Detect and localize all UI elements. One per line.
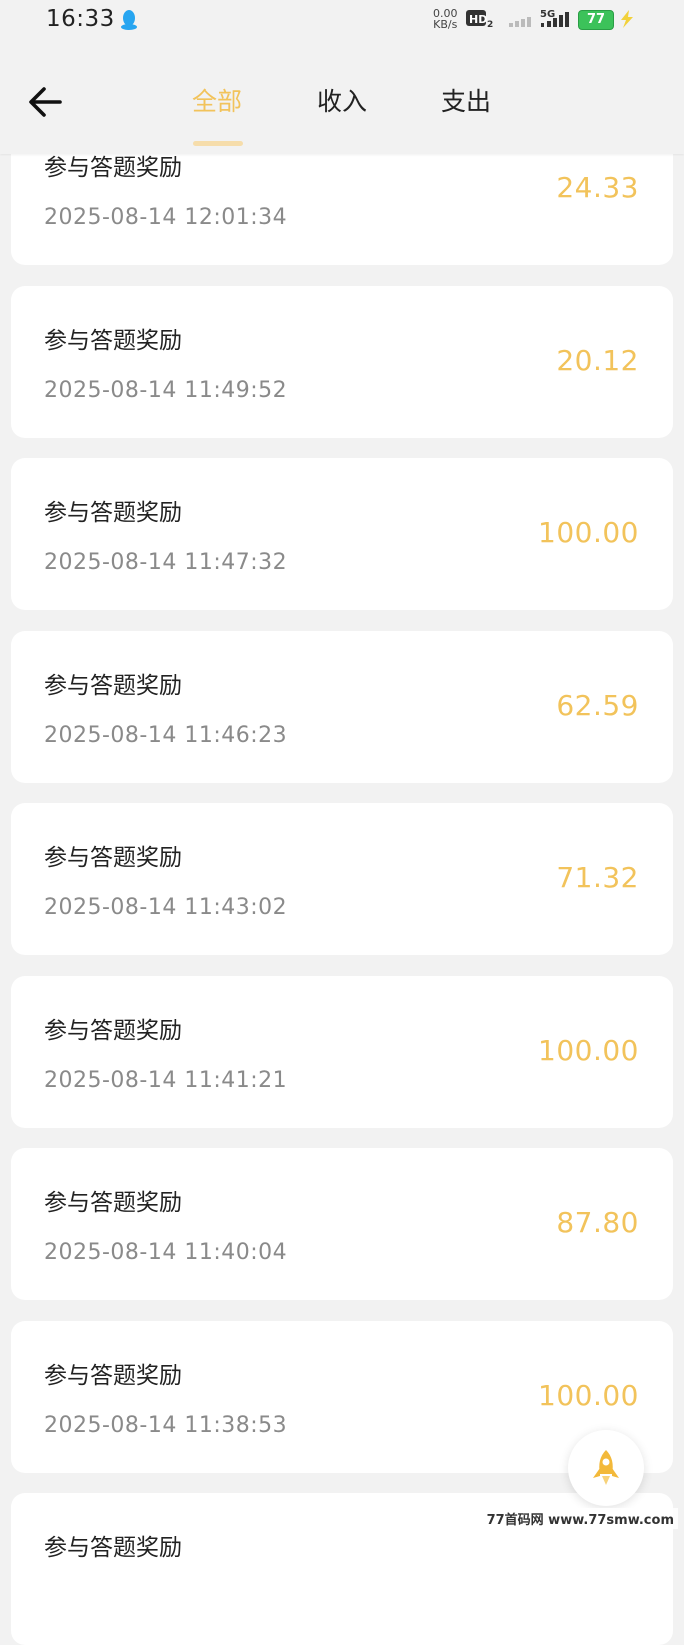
- record-date: 2025-08-14 12:01:34: [44, 205, 288, 230]
- status-bar: 16:33 0.00 KB/s HD 2 5G 77: [0, 0, 684, 44]
- record-title: 参与答题奖励: [44, 328, 182, 354]
- record-card[interactable]: 参与答题奖励 2025-08-14 11:49:52 20.12: [11, 286, 673, 438]
- back-arrow-icon[interactable]: [26, 82, 66, 122]
- record-card[interactable]: 参与答题奖励 2025-08-14 11:43:02 71.32: [11, 803, 673, 955]
- qq-icon: [121, 10, 137, 30]
- record-title: 参与答题奖励: [44, 1018, 182, 1044]
- rocket-icon: [593, 1450, 619, 1485]
- status-time: 16:33: [46, 6, 115, 32]
- record-amount: 24.33: [556, 171, 639, 204]
- record-date: 2025-08-14 11:43:02: [44, 895, 288, 920]
- record-amount: 87.80: [556, 1206, 639, 1239]
- record-date: 2025-08-14 11:49:52: [44, 378, 288, 403]
- record-title: 参与答题奖励: [44, 1535, 182, 1561]
- record-date: 2025-08-14 11:47:32: [44, 550, 288, 575]
- tab-income[interactable]: 收入: [317, 82, 367, 118]
- svg-text:HD: HD: [469, 13, 487, 26]
- record-amount: 100.00: [538, 516, 639, 549]
- record-date: 2025-08-14 11:40:04: [44, 1240, 288, 1265]
- record-date: 2025-08-14 11:41:21: [44, 1068, 288, 1093]
- record-date: 2025-08-14 11:46:23: [44, 723, 288, 748]
- tab-active-indicator: [193, 141, 243, 146]
- record-title: 参与答题奖励: [44, 1190, 182, 1216]
- record-amount: 100.00: [538, 1379, 639, 1412]
- tab-expense[interactable]: 支出: [441, 82, 491, 118]
- net-speed-unit: KB/s: [433, 18, 458, 31]
- rocket-fab-button[interactable]: [568, 1430, 644, 1506]
- charging-icon: [621, 10, 633, 28]
- record-card[interactable]: 参与答题奖励 2025-08-14 11:40:04 87.80: [11, 1148, 673, 1300]
- record-title: 参与答题奖励: [44, 500, 182, 526]
- record-amount: 20.12: [556, 344, 639, 377]
- signal-icon: [509, 17, 531, 27]
- record-card[interactable]: 参与答题奖励 2025-08-14 11:47:32 100.00: [11, 458, 673, 610]
- record-amount: 100.00: [538, 1034, 639, 1067]
- svg-text:2: 2: [487, 20, 493, 29]
- net-speed: 0.00 KB/s: [433, 8, 458, 30]
- record-amount: 71.32: [556, 861, 639, 894]
- tab-all[interactable]: 全部: [192, 82, 242, 118]
- record-title: 参与答题奖励: [44, 845, 182, 871]
- header: 全部 收入 支出: [0, 44, 684, 154]
- svg-text:5G: 5G: [540, 9, 555, 20]
- watermark: 77首码网 www.77smw.com: [482, 1508, 678, 1529]
- record-date: 2025-08-14 11:38:53: [44, 1413, 288, 1438]
- record-amount: 62.59: [556, 689, 639, 722]
- battery-icon: 77: [578, 10, 614, 30]
- signal-5g-icon: 5G: [540, 9, 569, 27]
- record-card[interactable]: 参与答题奖励 2025-08-14 11:46:23 62.59: [11, 631, 673, 783]
- record-title: 参与答题奖励: [44, 1363, 182, 1389]
- hd-icon: HD 2: [466, 10, 493, 29]
- record-title: 参与答题奖励: [44, 673, 182, 699]
- record-card[interactable]: 参与答题奖励 2025-08-14 11:41:21 100.00: [11, 976, 673, 1128]
